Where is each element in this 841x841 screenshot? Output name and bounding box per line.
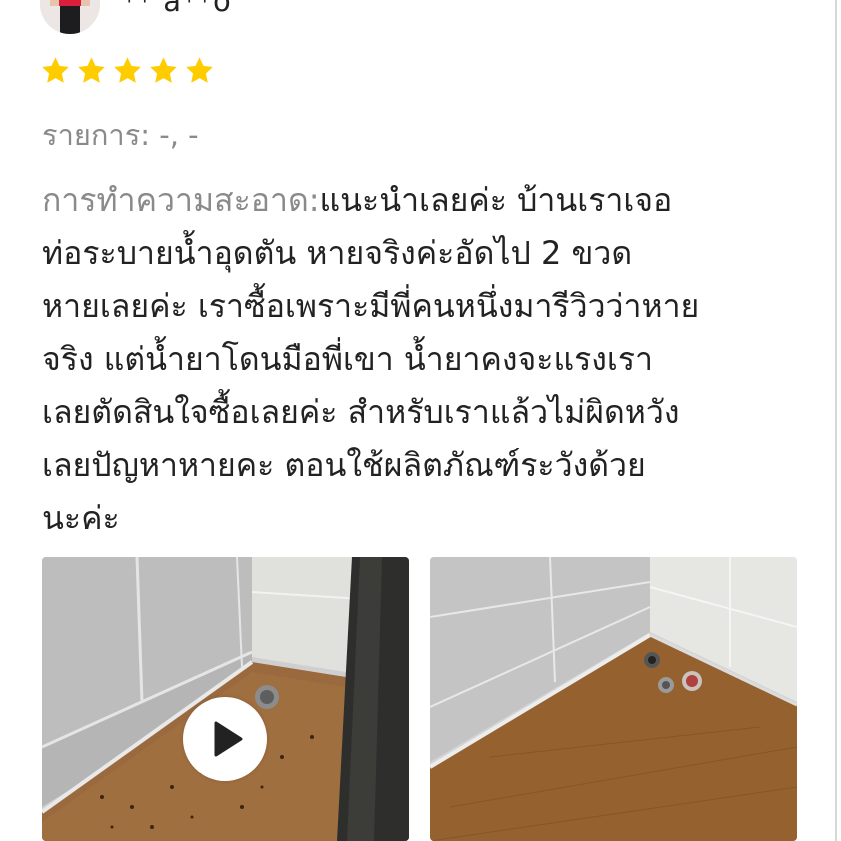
review-line: เลยปัญหาหายคะ ตอนใช้ผลิตภัณฑ์ระวังด้วย bbox=[42, 446, 646, 484]
review-line-text: แนะนำเลยค่ะ บ้านเราเจอ bbox=[319, 181, 673, 219]
star-icon bbox=[112, 55, 148, 89]
star-rating bbox=[40, 55, 220, 89]
review-card: ** a**o รายการ: -, - การทำความสะอาด:แนะน… bbox=[0, 0, 841, 841]
avatar[interactable] bbox=[40, 0, 100, 34]
item-variation: รายการ: -, - bbox=[42, 112, 199, 158]
review-video-thumbnail[interactable] bbox=[42, 557, 409, 841]
star-icon bbox=[148, 55, 184, 89]
item-label: รายการ: bbox=[42, 118, 151, 152]
item-value: -, - bbox=[150, 118, 199, 152]
reviewer-name[interactable]: ** a**o bbox=[122, 0, 232, 18]
review-line: ท่อระบายน้ำอุดตัน หายจริงค่ะอัดไป 2 ขวด bbox=[42, 234, 633, 272]
review-line: นะค่ะ bbox=[42, 499, 120, 537]
review-line: เลยตัดสินใจซื้อเลยค่ะ สำหรับเราแล้วไม่ผิ… bbox=[42, 393, 680, 431]
review-label: การทำความสะอาด: bbox=[42, 181, 320, 219]
star-icon bbox=[184, 55, 220, 89]
play-icon bbox=[214, 721, 243, 757]
star-icon bbox=[40, 55, 76, 89]
play-button[interactable] bbox=[183, 697, 267, 781]
divider bbox=[835, 0, 837, 841]
review-text: การทำความสะอาด:แนะนำเลยค่ะ บ้านเราเจอ ท่… bbox=[42, 174, 822, 545]
review-line: การทำความสะอาด:แนะนำเลยค่ะ บ้านเราเจอ bbox=[42, 174, 822, 227]
star-icon bbox=[76, 55, 112, 89]
review-line: หายเลยค่ะ เราซื้อเพราะมีพี่คนหนึ่งมารีวิ… bbox=[42, 287, 700, 325]
review-line: จริง แต่น้ำยาโดนมือพี่เขา น้ำยาคงจะแรงเร… bbox=[42, 340, 653, 378]
review-photo[interactable] bbox=[430, 557, 797, 841]
